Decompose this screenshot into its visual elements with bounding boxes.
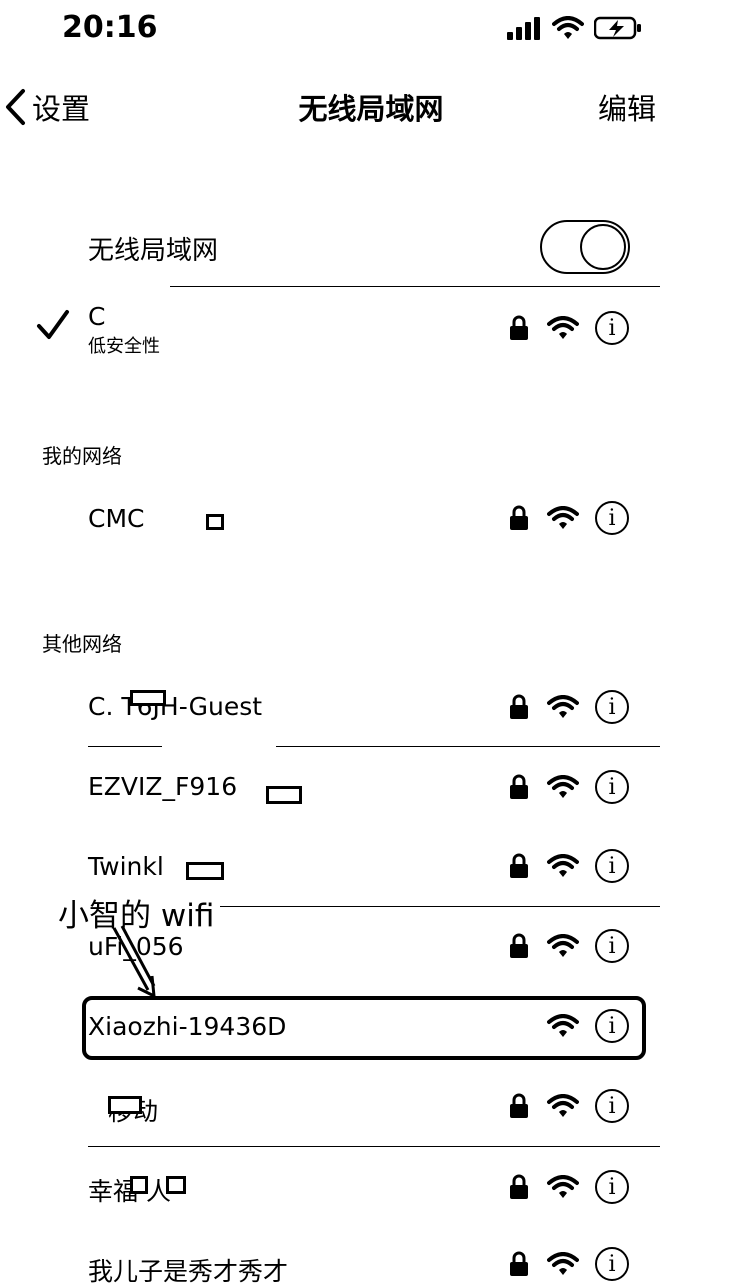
wifi-icon — [547, 506, 579, 529]
redaction-mark — [108, 1096, 142, 1114]
annotation-arrow — [112, 925, 156, 999]
wifi-icon — [547, 1094, 579, 1117]
wifi-icon — [547, 854, 579, 877]
toggle-knob — [580, 224, 626, 270]
wifi-icon — [547, 1014, 579, 1037]
info-icon[interactable]: i — [595, 1009, 629, 1043]
wifi-icon — [547, 316, 579, 339]
wifi-icon — [547, 775, 579, 798]
lock-icon — [510, 933, 528, 958]
lock-icon — [510, 1251, 528, 1276]
redaction-mark — [266, 786, 302, 804]
network-name[interactable]: CMC — [88, 504, 144, 533]
info-icon[interactable]: i — [595, 311, 629, 345]
redaction-mark — [130, 1176, 148, 1194]
info-icon[interactable]: i — [595, 1170, 629, 1204]
checkmark-icon — [37, 310, 69, 339]
connected-network-security: 低安全性 — [88, 336, 160, 357]
divider — [88, 746, 162, 747]
info-icon[interactable]: i — [595, 690, 629, 724]
network-name[interactable]: C. T6JH-Guest — [88, 692, 262, 721]
wifi-status-icon — [552, 16, 584, 39]
cellular-signal-icon — [507, 17, 540, 40]
lock-icon — [510, 774, 528, 799]
wifi-icon — [547, 1175, 579, 1198]
info-icon[interactable]: i — [595, 770, 629, 804]
divider — [170, 286, 660, 287]
divider — [220, 906, 660, 907]
section-header-my-networks: 我的网络 — [42, 444, 122, 468]
lock-icon — [510, 505, 528, 530]
redaction-mark — [186, 862, 224, 880]
wifi-icon — [547, 1252, 579, 1275]
network-name[interactable]: EZVIZ_F916 — [88, 772, 237, 801]
lock-icon — [510, 694, 528, 719]
battery-charging-icon — [594, 16, 641, 40]
wifi-icon — [547, 695, 579, 718]
redaction-mark — [166, 1176, 186, 1194]
network-name[interactable]: Twinkl — [88, 852, 164, 881]
info-icon[interactable]: i — [595, 501, 629, 535]
redaction-mark — [206, 514, 224, 530]
divider — [276, 746, 660, 747]
wifi-toggle-label: 无线局域网 — [88, 236, 219, 266]
network-name[interactable]: 我儿子是秀才秀才 — [88, 1252, 288, 1288]
wifi-toggle-switch[interactable] — [540, 220, 630, 274]
section-header-other-networks: 其他网络 — [42, 632, 122, 656]
wifi-icon — [547, 934, 579, 957]
info-icon[interactable]: i — [595, 849, 629, 883]
redaction-mark — [130, 690, 166, 706]
lock-icon — [510, 1174, 528, 1199]
info-icon[interactable]: i — [595, 1089, 629, 1123]
status-icons — [506, 16, 642, 40]
lock-icon — [510, 315, 528, 340]
info-icon[interactable]: i — [595, 929, 629, 963]
redaction-mark — [114, 298, 274, 328]
lock-icon — [510, 1093, 528, 1118]
lock-icon — [510, 853, 528, 878]
edit-button[interactable]: 编辑 — [598, 86, 656, 128]
status-time: 20:16 — [62, 10, 158, 45]
info-icon[interactable]: i — [595, 1247, 629, 1281]
divider — [88, 1146, 660, 1147]
